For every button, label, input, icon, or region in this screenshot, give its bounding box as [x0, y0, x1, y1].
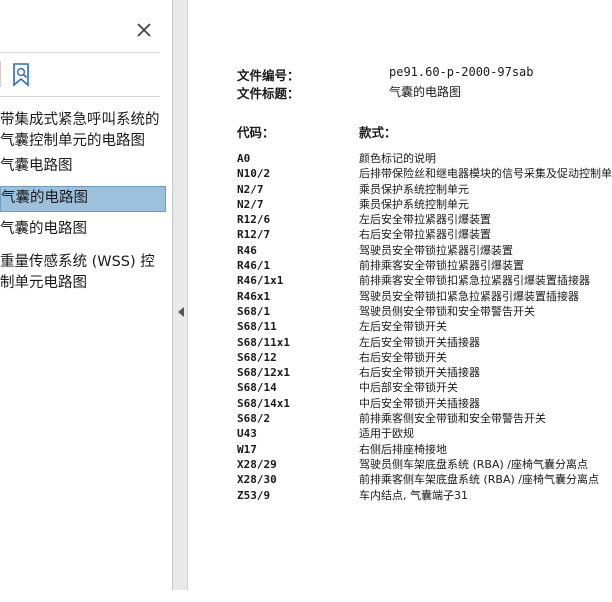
part-code: S68/14x1: [237, 396, 290, 410]
part-row: Z53/9 车内结点, 气囊端子31: [237, 488, 612, 503]
bookmark-item-line: 气囊电路图: [0, 158, 73, 174]
part-description: 车内结点, 气囊端子31: [359, 488, 468, 502]
part-code: X28/29: [237, 457, 277, 471]
part-description: 前排乘客侧安全带锁和安全带警告开关: [359, 412, 546, 426]
part-code: R46x1: [237, 289, 271, 303]
part-row: S68/2 前排乘客侧安全带锁和安全带警告开关: [237, 411, 612, 426]
code-column-header: 代码：: [237, 125, 275, 140]
doc-number-value: pe91.60-p-2000-97sab: [389, 65, 534, 79]
part-description: 左后安全带锁开关: [359, 320, 447, 334]
part-description: 前排乘客侧车架底盘系统 (RBA) /座椅气囊分离点: [359, 473, 599, 487]
part-row: S68/14 中后部安全带锁开关: [237, 380, 612, 395]
part-description: 驾驶员侧车架底盘系统 (RBA) /座椅气囊分离点: [359, 457, 588, 471]
bookmarks-panel: 带集成式紧急呼叫系统的 气囊控制单元的电路图 气囊电路图 气囊的电路图 气囊的电…: [0, 0, 173, 590]
part-code: S68/12x1: [237, 366, 290, 380]
part-row: R12/7 右后安全带拉紧器引爆装置: [237, 227, 612, 242]
part-code: Z53/9: [237, 488, 271, 502]
part-description: 中后安全带锁开关插接器: [359, 396, 480, 410]
part-code: U43: [237, 427, 257, 441]
part-description: 驾驶员安全带锁拉紧器引爆装置: [359, 243, 513, 257]
part-row: R46x1 驾驶员安全带锁扣紧急拉紧器引爆装置插接器: [237, 289, 612, 304]
part-row: S68/14x1 中后安全带锁开关插接器: [237, 396, 612, 411]
part-code: R46/1: [237, 259, 271, 273]
parts-list: A0 颜色标记的说明 N10/2 后排带保险丝和继电器模块的信号采集及促动控制单元 N2…: [237, 151, 612, 503]
part-row: R46/1x1 前排乘客安全带锁扣紧急拉紧器引爆装置插接器: [237, 273, 612, 288]
part-description: 左后安全带拉紧器引爆装置: [359, 213, 491, 227]
part-description: 驾驶员侧安全带锁和安全带警告开关: [359, 304, 535, 318]
part-row: X28/29 驾驶员侧车架底盘系统 (RBA) /座椅气囊分离点: [237, 457, 612, 472]
part-row: R12/6 左后安全带拉紧器引爆装置: [237, 212, 612, 227]
doc-title-value: 气囊的电路图: [389, 85, 462, 99]
model-column-header: 款式：: [359, 125, 397, 140]
part-row: S68/12 右后安全带锁开关: [237, 350, 612, 365]
part-code: W17: [237, 442, 257, 456]
bookmark-item[interactable]: 气囊的电路图: [0, 219, 166, 241]
part-code: S68/11: [237, 320, 277, 334]
part-description: 驾驶员安全带锁扣紧急拉紧器引爆装置插接器: [359, 289, 579, 303]
part-code: S68/14: [237, 381, 277, 395]
bookmark-item-line: 气囊的电路图: [0, 221, 87, 237]
part-description: 适用于欧规: [359, 427, 414, 441]
part-code: N2/7: [237, 182, 264, 196]
part-description: 右后安全带拉紧器引爆装置: [359, 228, 491, 242]
part-description: 前排乘客安全带锁扣紧急拉紧器引爆装置插接器: [359, 274, 590, 288]
part-description: 左后安全带锁开关插接器: [359, 335, 480, 349]
part-row: S68/11 左后安全带锁开关: [237, 319, 612, 334]
part-row: X28/30 前排乘客侧车架底盘系统 (RBA) /座椅气囊分离点: [237, 472, 612, 487]
collapse-left-icon[interactable]: [177, 306, 185, 318]
part-row: N2/7 乘员保护系统控制单元: [237, 197, 612, 212]
bookmark-item[interactable]: 重量传感系统 (WSS) 控 制单元电路图: [0, 252, 166, 296]
part-code: A0: [237, 152, 251, 165]
part-row: S68/1 驾驶员侧安全带锁和安全带警告开关: [237, 304, 612, 319]
doc-number-label: 文件编号：: [237, 68, 300, 83]
bookmark-item[interactable]: 气囊电路图: [0, 156, 166, 178]
panel-divider: [0, 52, 160, 53]
part-code: N10/2: [237, 167, 271, 181]
part-description: 前排乘客安全带锁拉紧器引爆装置: [359, 259, 524, 273]
close-icon[interactable]: [134, 20, 154, 40]
panel-splitter[interactable]: [173, 0, 188, 590]
part-description: 右侧后排座椅接地: [359, 442, 447, 456]
part-row: S68/12x1 右后安全带锁开关插接器: [237, 365, 612, 380]
bookmark-item[interactable]: 带集成式紧急呼叫系统的 气囊控制单元的电路图: [0, 110, 166, 154]
part-description: 右后安全带锁开关: [359, 350, 447, 364]
part-code: R12/6: [237, 213, 271, 227]
bookmark-item-selected[interactable]: 气囊的电路图: [0, 186, 166, 212]
part-code: S68/11x1: [237, 335, 290, 349]
part-description: 颜色标记的说明: [359, 152, 436, 165]
part-description: 后排带保险丝和继电器模块的信号采集及促动控制单元: [359, 167, 612, 181]
doc-title-label: 文件标题：: [237, 86, 300, 101]
bookmark-item-line: 气囊的电路图: [1, 190, 88, 206]
part-description: 中后部安全带锁开关: [359, 381, 458, 395]
part-code: R46: [237, 243, 257, 257]
part-row: S68/11x1 左后安全带锁开关插接器: [237, 335, 612, 350]
part-code: N2/7: [237, 197, 264, 211]
part-row: A0 颜色标记的说明: [237, 151, 612, 166]
bookmark-search-icon[interactable]: [10, 62, 34, 88]
part-code: S68/12: [237, 350, 277, 364]
part-row: W17 右侧后排座椅接地: [237, 442, 612, 457]
part-description: 乘员保护系统控制单元: [359, 197, 469, 211]
part-description: 右后安全带锁开关插接器: [359, 366, 480, 380]
part-description: 乘员保护系统控制单元: [359, 182, 469, 196]
bookmark-item-line: 带集成式紧急呼叫系统的: [0, 112, 160, 128]
toolbar-divider: [0, 96, 160, 97]
part-code: R12/7: [237, 228, 271, 242]
part-code: X28/30: [237, 473, 277, 487]
part-row: N10/2 后排带保险丝和继电器模块的信号采集及促动控制单元: [237, 166, 612, 181]
document-page: 文件编号： pe91.60-p-2000-97sab 文件标题： 气囊的电路图 …: [188, 12, 612, 602]
part-row: R46/1 前排乘客安全带锁拉紧器引爆装置: [237, 258, 612, 273]
bookmark-item-line: 重量传感系统 (WSS) 控: [0, 254, 155, 270]
part-row: U43 适用于欧规: [237, 426, 612, 441]
part-row: R46 驾驶员安全带锁拉紧器引爆装置: [237, 243, 612, 258]
bookmark-toolbar: [0, 56, 40, 92]
part-row: N2/7 乘员保护系统控制单元: [237, 182, 612, 197]
bookmark-item-line: 气囊控制单元的电路图: [0, 133, 145, 149]
part-code: S68/1: [237, 304, 271, 318]
part-code: S68/2: [237, 412, 271, 426]
bookmark-item-line: 制单元电路图: [0, 275, 87, 291]
part-code: R46/1x1: [237, 274, 284, 288]
toolbar-separator: [0, 61, 1, 87]
